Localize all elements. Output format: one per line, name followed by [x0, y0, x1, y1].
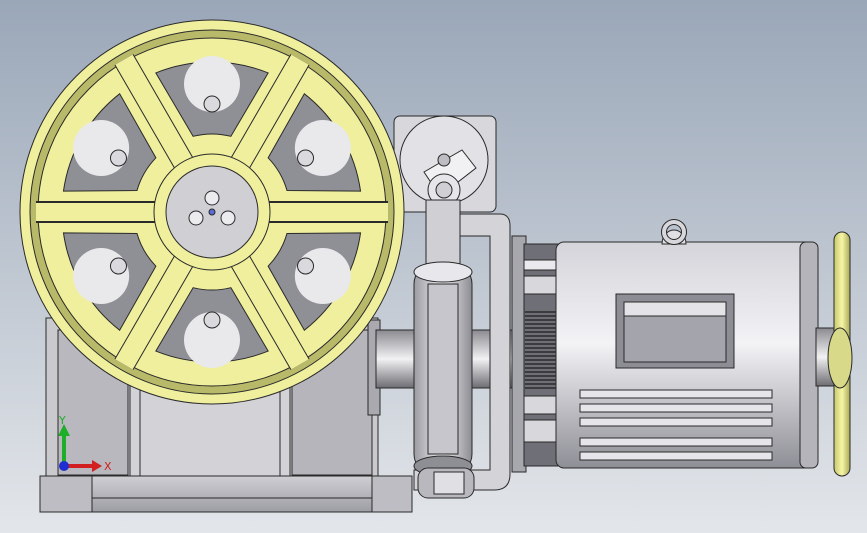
- brake-disc[interactable]: [413, 261, 475, 499]
- hub-bolt: [109, 257, 127, 275]
- sheave-window-highlight: [73, 120, 130, 176]
- traction-machine-model[interactable]: Y X: [0, 0, 867, 533]
- hub-center-bolt: [220, 210, 236, 226]
- hub-bolt: [297, 149, 315, 167]
- z-axis-dot-icon: [59, 461, 69, 471]
- hub-center-bolt: [188, 210, 204, 226]
- hub-bolt: [203, 95, 221, 113]
- y-axis-label: Y: [58, 414, 66, 427]
- hub-center-mark: [208, 208, 216, 216]
- hub-bolt: [297, 257, 315, 275]
- hub-center-bolt: [204, 190, 220, 206]
- sheave-window-highlight: [73, 248, 130, 304]
- base-plate[interactable]: [39, 475, 413, 513]
- cad-viewport[interactable]: Y X: [0, 0, 867, 533]
- hub-bolt: [109, 149, 127, 167]
- sheave-window-highlight: [294, 120, 351, 176]
- x-axis-label: X: [104, 460, 112, 473]
- electric-motor[interactable]: [511, 219, 837, 473]
- hub-bolt: [203, 311, 221, 329]
- traction-sheave[interactable]: [19, 19, 405, 405]
- sheave-window-highlight: [294, 248, 351, 304]
